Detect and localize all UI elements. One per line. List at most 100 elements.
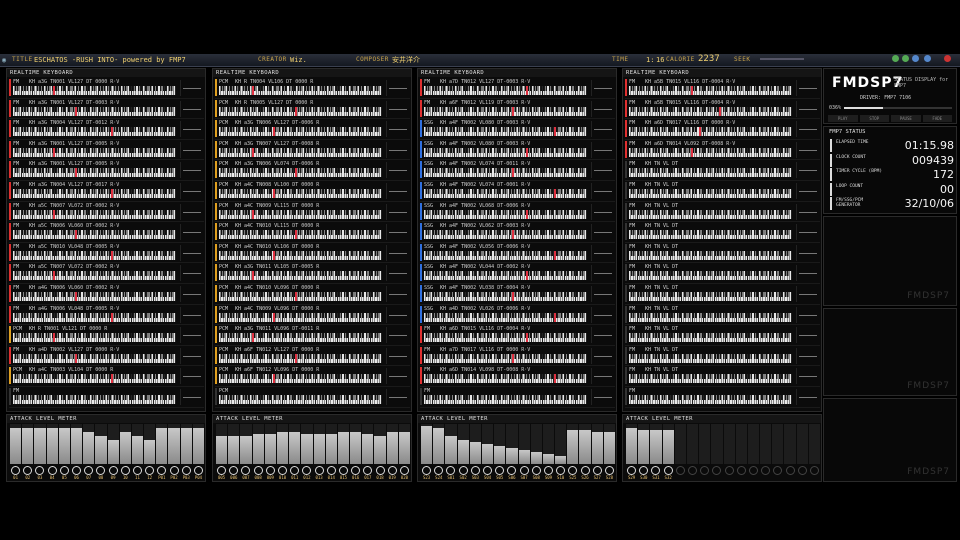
channel-dial[interactable]: 02 bbox=[22, 466, 33, 480]
channel-dial[interactable]: S30 bbox=[638, 466, 649, 480]
channel-dial[interactable] bbox=[687, 466, 698, 480]
channel-row[interactable]: PCM KH a4C TN008 VL100 DT 0000 R bbox=[215, 181, 410, 202]
channel-row[interactable]: PCM KH a4C TN003 VL104 DT 0000 R bbox=[9, 366, 204, 387]
channel-dial[interactable]: S27 bbox=[592, 466, 603, 480]
channel-dial[interactable]: 06 bbox=[71, 466, 82, 480]
channel-dial[interactable]: S09 bbox=[543, 466, 554, 480]
progress-bar[interactable] bbox=[844, 107, 952, 109]
channel-row[interactable]: FM KH TN VL DT bbox=[625, 366, 820, 387]
channel-dial[interactable]: S29 bbox=[626, 466, 637, 480]
channel-dial[interactable]: 04 bbox=[47, 466, 58, 480]
channel-dial[interactable]: P02 bbox=[168, 466, 179, 480]
channel-row[interactable]: SSG KH a4F TN002 VL068 DT-0006 R·V bbox=[420, 202, 615, 223]
channel-dial[interactable] bbox=[809, 466, 820, 480]
channel-row[interactable]: SSG KH a4F TN002 VL044 DT-0002 R·V bbox=[420, 263, 615, 284]
channel-dial[interactable] bbox=[760, 466, 771, 480]
channel-dial[interactable] bbox=[711, 466, 722, 480]
channel-row[interactable]: FM KH a7D TN017 VL116 DT 0000 R·V bbox=[420, 346, 615, 367]
channel-dial[interactable]: 12 bbox=[144, 466, 155, 480]
stop-button[interactable]: STOP bbox=[859, 115, 889, 122]
channel-dial[interactable]: S32 bbox=[663, 466, 674, 480]
channel-dial[interactable]: 011 bbox=[289, 466, 300, 480]
channel-dial[interactable]: 009 bbox=[265, 466, 276, 480]
channel-row[interactable]: FM KH a5B TN015 VL116 DT-0004 R·V bbox=[625, 99, 820, 120]
channel-row[interactable]: PCM KH R TN001 VL121 DT 0000 R bbox=[9, 325, 204, 346]
channel-dial[interactable]: 015 bbox=[338, 466, 349, 480]
channel-dial[interactable]: 017 bbox=[362, 466, 373, 480]
channel-row[interactable]: FM KH TN VL DT bbox=[625, 305, 820, 326]
channel-dial[interactable]: 08 bbox=[95, 466, 106, 480]
fade-button[interactable]: FADE bbox=[922, 115, 952, 122]
channel-dial[interactable]: 013 bbox=[314, 466, 325, 480]
channel-row[interactable]: PCM KH a3G TN007 VL127 DT-0008 R bbox=[215, 140, 410, 161]
channel-dial[interactable]: 10 bbox=[120, 466, 131, 480]
channel-row[interactable]: SSG KH a4D TN002 VL026 DT-0006 R·V bbox=[420, 305, 615, 326]
channel-dial[interactable]: 11 bbox=[132, 466, 143, 480]
settings-icon[interactable] bbox=[912, 55, 919, 62]
channel-row[interactable]: FM KH TN VL DT bbox=[625, 243, 820, 264]
channel-row[interactable]: PCM KH a4C TN010 VL096 DT 0000 R bbox=[215, 284, 410, 305]
channel-row[interactable]: PCM KH R TN004 VL106 DT 0000 R bbox=[215, 78, 410, 99]
channel-row[interactable]: FM KH a4G TN006 VL060 DT-0002 R·V bbox=[9, 284, 204, 305]
channel-dial[interactable]: S03 bbox=[470, 466, 481, 480]
channel-dial[interactable]: S08 bbox=[531, 466, 542, 480]
channel-dial[interactable]: S23 bbox=[421, 466, 432, 480]
channel-row[interactable]: PCM KH a4C TN010 VL115 DT 0000 R bbox=[215, 222, 410, 243]
channel-row[interactable]: SSG KH a4F TN002 VL080 DT-0003 R·V bbox=[420, 140, 615, 161]
channel-row[interactable]: FM KH TN VL DT bbox=[625, 222, 820, 243]
channel-dial[interactable]: 007 bbox=[240, 466, 251, 480]
restore-icon[interactable] bbox=[902, 55, 909, 62]
channel-dial[interactable]: S26 bbox=[579, 466, 590, 480]
pause-button[interactable]: PAUSE bbox=[891, 115, 921, 122]
channel-row[interactable]: PCM KH a3G TN011 VL105 DT-0005 R bbox=[215, 263, 410, 284]
channel-dial[interactable] bbox=[699, 466, 710, 480]
channel-row[interactable]: FM KH TN VL DT bbox=[625, 346, 820, 367]
channel-row[interactable]: FM KH a6F TN012 VL119 DT-0003 R·V bbox=[420, 99, 615, 120]
channel-row[interactable]: FM KH TN VL DT bbox=[625, 160, 820, 181]
channel-dial[interactable]: 01 bbox=[10, 466, 21, 480]
channel-dial[interactable]: S24 bbox=[433, 466, 444, 480]
channel-dial[interactable]: 012 bbox=[301, 466, 312, 480]
channel-row[interactable]: FM KH a5B TN015 VL116 DT-0004 R·V bbox=[625, 78, 820, 99]
channel-dial[interactable]: 020 bbox=[399, 466, 410, 480]
channel-row[interactable]: FM KH a6D TN014 VL092 DT-0008 R·V bbox=[625, 140, 820, 161]
channel-dial[interactable]: S31 bbox=[650, 466, 661, 480]
channel-dial[interactable]: S25 bbox=[567, 466, 578, 480]
channel-row[interactable]: FM KH a3G TN004 VL127 DT-0012 R·V bbox=[9, 119, 204, 140]
channel-row[interactable]: FM KH a6D TN015 VL116 DT-0004 R·V bbox=[420, 325, 615, 346]
channel-row[interactable]: PCM KH a3G TN006 VL074 DT-0006 R bbox=[215, 160, 410, 181]
channel-dial[interactable]: 005 bbox=[216, 466, 227, 480]
channel-row[interactable]: PCM KH a4C TN009 VL115 DT 0000 R bbox=[215, 202, 410, 223]
channel-row[interactable]: PCM KH a4C TN009 VL096 DT 0000 R bbox=[215, 305, 410, 326]
channel-dial[interactable]: P04 bbox=[193, 466, 204, 480]
channel-row[interactable]: FM KH a5C TN007 VL072 DT-0002 R·V bbox=[9, 263, 204, 284]
channel-dial[interactable] bbox=[784, 466, 795, 480]
channel-row[interactable]: FM KH a3G TN001 VL127 DT-0005 R·V bbox=[9, 140, 204, 161]
channel-row[interactable]: PCM KH a6F TN012 VL127 DT 0000 R bbox=[215, 346, 410, 367]
channel-dial[interactable] bbox=[724, 466, 735, 480]
channel-row[interactable]: FM KH a3G TN004 VL127 DT-0017 R·V bbox=[9, 181, 204, 202]
channel-row[interactable]: FM bbox=[420, 387, 615, 408]
channel-dial[interactable]: 008 bbox=[253, 466, 264, 480]
channel-dial[interactable]: 03 bbox=[34, 466, 45, 480]
channel-row[interactable]: SSG KH a4F TN002 VL056 DT-0006 R·V bbox=[420, 243, 615, 264]
channel-row[interactable]: PCM KH a4C TN010 VL106 DT 0000 R bbox=[215, 243, 410, 264]
play-button[interactable]: PLAY bbox=[828, 115, 858, 122]
channel-row[interactable]: FM KH TN VL DT bbox=[625, 284, 820, 305]
channel-row[interactable]: FM KH TN VL DT bbox=[625, 325, 820, 346]
channel-dial[interactable]: S02 bbox=[458, 466, 469, 480]
channel-dial[interactable]: P01 bbox=[156, 466, 167, 480]
channel-row[interactable]: FM KH a4D TN002 VL127 DT 0000 R·V bbox=[9, 346, 204, 367]
channel-dial[interactable]: S10 bbox=[555, 466, 566, 480]
channel-dial[interactable]: 019 bbox=[387, 466, 398, 480]
channel-dial[interactable]: 014 bbox=[326, 466, 337, 480]
channel-row[interactable]: PCM KH R TN005 VL127 DT 0000 R bbox=[215, 99, 410, 120]
channel-dial[interactable] bbox=[797, 466, 808, 480]
channel-dial[interactable]: 05 bbox=[59, 466, 70, 480]
channel-dial[interactable] bbox=[736, 466, 747, 480]
channel-dial[interactable] bbox=[748, 466, 759, 480]
channel-dial[interactable]: S01 bbox=[445, 466, 456, 480]
channel-row[interactable]: FM KH a3G TN001 VL127 DT-0005 R·V bbox=[9, 160, 204, 181]
channel-dial[interactable]: S28 bbox=[604, 466, 615, 480]
channel-dial[interactable]: 07 bbox=[83, 466, 94, 480]
